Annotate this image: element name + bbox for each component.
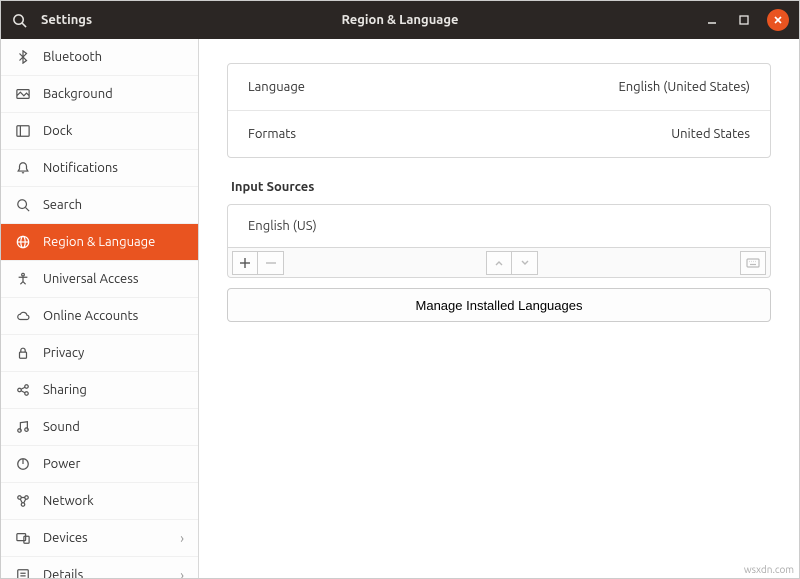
sidebar-item-universal-access[interactable]: Universal Access bbox=[1, 261, 198, 298]
sidebar-item-label: Notifications bbox=[43, 161, 184, 175]
move-down-button[interactable] bbox=[512, 251, 538, 275]
sidebar-item-label: Online Accounts bbox=[43, 309, 184, 323]
sidebar-item-label: Background bbox=[43, 87, 184, 101]
sidebar-item-details[interactable]: Details › bbox=[1, 557, 198, 578]
titlebar-left: Settings bbox=[1, 12, 92, 28]
app-title: Settings bbox=[41, 13, 92, 27]
sidebar-item-label: Region & Language bbox=[43, 235, 184, 249]
sidebar-item-notifications[interactable]: Notifications bbox=[1, 150, 198, 187]
power-icon bbox=[15, 456, 31, 472]
sidebar-item-sharing[interactable]: Sharing bbox=[1, 372, 198, 409]
details-icon bbox=[15, 567, 31, 578]
sidebar-item-sound[interactable]: Sound bbox=[1, 409, 198, 446]
sidebar-item-label: Devices bbox=[43, 531, 168, 545]
move-up-button[interactable] bbox=[486, 251, 512, 275]
watermark: wsxdn.com bbox=[744, 564, 794, 575]
sidebar-item-label: Universal Access bbox=[43, 272, 184, 286]
maximize-button[interactable] bbox=[735, 11, 753, 29]
keyboard-layout-button[interactable] bbox=[740, 251, 766, 275]
sidebar-item-label: Bluetooth bbox=[43, 50, 184, 64]
music-icon bbox=[15, 419, 31, 435]
add-input-source-button[interactable] bbox=[232, 251, 258, 275]
formats-label: Formats bbox=[248, 127, 296, 141]
sidebar-item-label: Network bbox=[43, 494, 184, 508]
remove-input-source-button[interactable] bbox=[258, 251, 284, 275]
sidebar-item-label: Search bbox=[43, 198, 184, 212]
sidebar-item-label: Details bbox=[43, 568, 168, 578]
content-area: Language English (United States) Formats… bbox=[199, 39, 799, 578]
search-icon[interactable] bbox=[11, 12, 27, 28]
bluetooth-icon bbox=[15, 49, 31, 65]
sidebar-item-devices[interactable]: Devices › bbox=[1, 520, 198, 557]
sidebar-item-label: Dock bbox=[43, 124, 184, 138]
sidebar-item-label: Sharing bbox=[43, 383, 184, 397]
settings-window: Settings Region & Language Bluetooth Bac… bbox=[0, 0, 800, 579]
sidebar-item-label: Power bbox=[43, 457, 184, 471]
background-icon bbox=[15, 86, 31, 102]
language-value: English (United States) bbox=[618, 80, 750, 94]
window-body: Bluetooth Background Dock Notifications … bbox=[1, 39, 799, 578]
chevron-right-icon: › bbox=[180, 530, 184, 546]
close-button[interactable] bbox=[767, 9, 789, 31]
sidebar-item-dock[interactable]: Dock bbox=[1, 113, 198, 150]
input-sources-list: English (US) bbox=[227, 204, 771, 248]
sidebar-item-privacy[interactable]: Privacy bbox=[1, 335, 198, 372]
devices-icon bbox=[15, 530, 31, 546]
sidebar-item-bluetooth[interactable]: Bluetooth bbox=[1, 39, 198, 76]
titlebar: Settings Region & Language bbox=[1, 1, 799, 39]
input-source-item[interactable]: English (US) bbox=[228, 205, 770, 247]
window-controls bbox=[703, 9, 799, 31]
dock-icon bbox=[15, 123, 31, 139]
language-label: Language bbox=[248, 80, 305, 94]
sidebar-item-label: Sound bbox=[43, 420, 184, 434]
network-icon bbox=[15, 493, 31, 509]
sidebar-item-region-language[interactable]: Region & Language bbox=[1, 224, 198, 261]
chevron-right-icon: › bbox=[180, 567, 184, 578]
sidebar-item-network[interactable]: Network bbox=[1, 483, 198, 520]
sidebar-item-online-accounts[interactable]: Online Accounts bbox=[1, 298, 198, 335]
share-icon bbox=[15, 382, 31, 398]
bell-icon bbox=[15, 160, 31, 176]
globe-icon bbox=[15, 234, 31, 250]
sidebar: Bluetooth Background Dock Notifications … bbox=[1, 39, 199, 578]
formats-value: United States bbox=[671, 127, 750, 141]
page-title: Region & Language bbox=[1, 13, 799, 27]
accessibility-icon bbox=[15, 271, 31, 287]
sidebar-item-power[interactable]: Power bbox=[1, 446, 198, 483]
search-icon bbox=[15, 197, 31, 213]
formats-row[interactable]: Formats United States bbox=[228, 110, 770, 157]
language-formats-panel: Language English (United States) Formats… bbox=[227, 63, 771, 158]
input-sources-toolbar bbox=[227, 248, 771, 278]
minimize-button[interactable] bbox=[703, 11, 721, 29]
lock-icon bbox=[15, 345, 31, 361]
input-sources-header: Input Sources bbox=[231, 180, 771, 194]
sidebar-item-background[interactable]: Background bbox=[1, 76, 198, 113]
language-row[interactable]: Language English (United States) bbox=[228, 64, 770, 110]
sidebar-item-label: Privacy bbox=[43, 346, 184, 360]
manage-languages-button[interactable]: Manage Installed Languages bbox=[227, 288, 771, 322]
cloud-icon bbox=[15, 308, 31, 324]
sidebar-item-search[interactable]: Search bbox=[1, 187, 198, 224]
